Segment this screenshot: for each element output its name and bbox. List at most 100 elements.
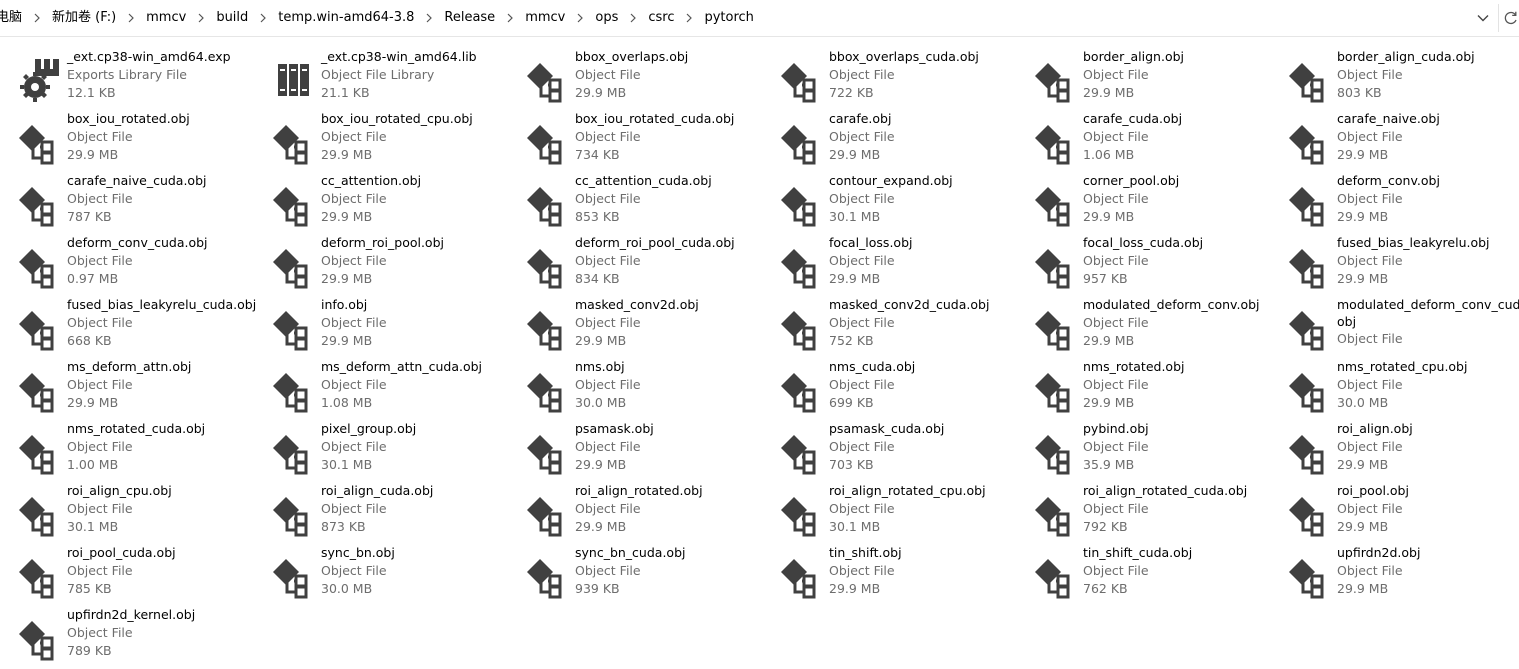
- file-item[interactable]: bbox_overlaps_cuda.obj Object File 722 KB: [774, 46, 1028, 108]
- breadcrumb-item[interactable]: 电脑: [0, 7, 26, 29]
- file-item[interactable]: cc_attention_cuda.obj Object File 853 KB: [520, 170, 774, 232]
- breadcrumb-item[interactable]: build: [212, 7, 252, 29]
- file-item[interactable]: upfirdn2d_kernel.obj Object File 789 KB: [12, 604, 266, 666]
- file-item[interactable]: carafe_cuda.obj Object File 1.06 MB: [1028, 108, 1282, 170]
- file-item[interactable]: contour_expand.obj Object File 30.1 MB: [774, 170, 1028, 232]
- file-item[interactable]: tin_shift_cuda.obj Object File 762 KB: [1028, 542, 1282, 604]
- file-item[interactable]: carafe_naive_cuda.obj Object File 787 KB: [12, 170, 266, 232]
- breadcrumb-separator[interactable]: [622, 7, 644, 29]
- file-item[interactable]: psamask_cuda.obj Object File 703 KB: [774, 418, 1028, 480]
- file-item[interactable]: box_iou_rotated_cpu.obj Object File 29.9 M…: [266, 108, 520, 170]
- file-item[interactable]: carafe.obj Object File 29.9 MB: [774, 108, 1028, 170]
- breadcrumb-item[interactable]: ops: [591, 7, 622, 29]
- object-file-icon: [524, 56, 572, 104]
- file-item[interactable]: roi_align_rotated_cuda.obj Object File 792…: [1028, 480, 1282, 542]
- file-item[interactable]: corner_pool.obj Object File 29.9 MB: [1028, 170, 1282, 232]
- file-size: 29.9 MB: [321, 209, 373, 224]
- file-item[interactable]: roi_align_cuda.obj Object File 873 KB: [266, 480, 520, 542]
- file-size: 29.9 MB: [1337, 519, 1389, 534]
- file-item[interactable]: box_iou_rotated.obj Object File 29.9 MB: [12, 108, 266, 170]
- breadcrumb-item[interactable]: temp.win-amd64-3.8: [274, 7, 418, 29]
- breadcrumb-separator[interactable]: [678, 7, 700, 29]
- file-item[interactable]: roi_pool_cuda.obj Object File 785 KB: [12, 542, 266, 604]
- breadcrumb-item[interactable]: mmcv: [521, 7, 569, 29]
- breadcrumb-separator[interactable]: [418, 7, 440, 29]
- file-item[interactable]: deform_conv.obj Object File 29.9 MB: [1282, 170, 1519, 232]
- file-item[interactable]: deform_conv_cuda.obj Object File 0.97 MB: [12, 232, 266, 294]
- file-item[interactable]: deform_roi_pool_cuda.obj Object File 834 K…: [520, 232, 774, 294]
- file-item[interactable]: focal_loss_cuda.obj Object File 957 KB: [1028, 232, 1282, 294]
- file-item[interactable]: info.obj Object File 29.9 MB: [266, 294, 520, 356]
- file-item[interactable]: box_iou_rotated_cuda.obj Object File 734 K…: [520, 108, 774, 170]
- file-type: Object File: [829, 563, 895, 578]
- file-name: border_align_cuda.obj: [1337, 49, 1475, 64]
- file-item[interactable]: focal_loss.obj Object File 29.9 MB: [774, 232, 1028, 294]
- breadcrumb-separator[interactable]: [252, 7, 274, 29]
- file-item[interactable]: carafe_naive.obj Object File 29.9 MB: [1282, 108, 1519, 170]
- breadcrumb-separator[interactable]: [120, 7, 142, 29]
- file-item[interactable]: pybind.obj Object File 35.9 MB: [1028, 418, 1282, 480]
- breadcrumb-item[interactable]: pytorch: [700, 7, 757, 29]
- file-item[interactable]: modulated_deform_conv_cuda.obj Object Fil…: [1282, 294, 1519, 356]
- file-item[interactable]: _ext.cp38-win_amd64.exp Exports Library F…: [12, 46, 266, 108]
- file-size: 30.0 MB: [1337, 395, 1389, 410]
- file-details: upfirdn2d.obj Object File 29.9 MB: [1337, 544, 1519, 598]
- file-item[interactable]: nms.obj Object File 30.0 MB: [520, 356, 774, 418]
- chevron-right-icon: [128, 13, 134, 23]
- file-item[interactable]: roi_align.obj Object File 29.9 MB: [1282, 418, 1519, 480]
- file-details: focal_loss_cuda.obj Object File 957 KB: [1083, 234, 1282, 288]
- breadcrumb-item[interactable]: Release: [440, 7, 499, 29]
- breadcrumb-item[interactable]: mmcv: [142, 7, 190, 29]
- file-item[interactable]: upfirdn2d.obj Object File 29.9 MB: [1282, 542, 1519, 604]
- file-item[interactable]: nms_rotated_cuda.obj Object File 1.00 MB: [12, 418, 266, 480]
- file-item[interactable]: masked_conv2d_cuda.obj Object File 752 KB: [774, 294, 1028, 356]
- file-item[interactable]: nms_rotated.obj Object File 29.9 MB: [1028, 356, 1282, 418]
- file-item[interactable]: deform_roi_pool.obj Object File 29.9 MB: [266, 232, 520, 294]
- file-item[interactable]: ms_deform_attn.obj Object File 29.9 MB: [12, 356, 266, 418]
- file-item[interactable]: modulated_deform_conv.obj Object File 29.9…: [1028, 294, 1282, 356]
- file-item[interactable]: pixel_group.obj Object File 30.1 MB: [266, 418, 520, 480]
- file-item[interactable]: border_align_cuda.obj Object File 803 KB: [1282, 46, 1519, 108]
- breadcrumb-separator[interactable]: [26, 7, 48, 29]
- refresh-button[interactable]: [1503, 7, 1519, 29]
- file-item[interactable]: roi_align_rotated.obj Object File 29.9 MB: [520, 480, 774, 542]
- file-item[interactable]: ms_deform_attn_cuda.obj Object File 1.08 M…: [266, 356, 520, 418]
- file-item[interactable]: fused_bias_leakyrelu_cuda.obj Object File…: [12, 294, 266, 356]
- file-type: Object File: [67, 501, 133, 516]
- breadcrumb-separator[interactable]: [190, 7, 212, 29]
- file-item[interactable]: fused_bias_leakyrelu.obj Object File 29.9 …: [1282, 232, 1519, 294]
- file-name: info.obj: [321, 297, 368, 312]
- file-size: 29.9 MB: [829, 581, 881, 596]
- address-divider: [1498, 4, 1499, 32]
- address-history-dropdown[interactable]: [1472, 7, 1494, 29]
- breadcrumb-separator[interactable]: [569, 7, 591, 29]
- object-file-icon: [16, 552, 64, 600]
- file-item[interactable]: masked_conv2d.obj Object File 29.9 MB: [520, 294, 774, 356]
- file-size: 939 KB: [575, 581, 620, 596]
- file-details: masked_conv2d_cuda.obj Object File 752 KB: [829, 296, 1028, 350]
- file-name: ms_deform_attn.obj: [67, 359, 192, 374]
- file-type: Object File: [829, 439, 895, 454]
- file-item[interactable]: psamask.obj Object File 29.9 MB: [520, 418, 774, 480]
- file-item[interactable]: roi_pool.obj Object File 29.9 MB: [1282, 480, 1519, 542]
- file-item[interactable]: nms_cuda.obj Object File 699 KB: [774, 356, 1028, 418]
- address-bar[interactable]: 电脑 新加卷 (F:) mmcv build temp.win-amd64-3.8 Rel…: [0, 0, 1519, 37]
- breadcrumb-item[interactable]: csrc: [644, 7, 678, 29]
- file-item[interactable]: tin_shift.obj Object File 29.9 MB: [774, 542, 1028, 604]
- chevron-right-icon: [198, 13, 205, 23]
- file-details: corner_pool.obj Object File 29.9 MB: [1083, 172, 1282, 226]
- file-item[interactable]: border_align.obj Object File 29.9 MB: [1028, 46, 1282, 108]
- file-item[interactable]: roi_align_cpu.obj Object File 30.1 MB: [12, 480, 266, 542]
- file-item[interactable]: sync_bn_cuda.obj Object File 939 KB: [520, 542, 774, 604]
- file-item[interactable]: cc_attention.obj Object File 29.9 MB: [266, 170, 520, 232]
- file-item[interactable]: sync_bn.obj Object File 30.0 MB: [266, 542, 520, 604]
- object-file-icon: [16, 118, 64, 166]
- object-file-icon: [778, 304, 826, 352]
- file-type: Object File: [1083, 563, 1149, 578]
- file-item[interactable]: nms_rotated_cpu.obj Object File 30.0 MB: [1282, 356, 1519, 418]
- file-item[interactable]: bbox_overlaps.obj Object File 29.9 MB: [520, 46, 774, 108]
- file-item[interactable]: roi_align_rotated_cpu.obj Object File 30.1…: [774, 480, 1028, 542]
- file-item[interactable]: _ext.cp38-win_amd64.lib Object File Libra…: [266, 46, 520, 108]
- breadcrumb-separator[interactable]: [499, 7, 521, 29]
- breadcrumb-item[interactable]: 新加卷 (F:): [48, 7, 120, 29]
